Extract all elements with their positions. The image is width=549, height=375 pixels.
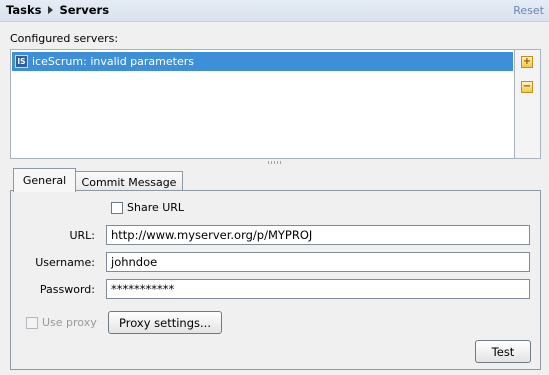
share-url-checkbox[interactable]	[111, 202, 123, 214]
username-field[interactable]: johndoe	[106, 252, 530, 272]
username-label: Username:	[35, 256, 95, 269]
plus-icon: +	[522, 56, 532, 67]
icescrum-server-icon: IS	[15, 55, 28, 68]
remove-server-button[interactable]: −	[521, 81, 533, 93]
settings-header: Tasks Servers Reset	[0, 0, 549, 22]
proxy-settings-label: Proxy settings...	[119, 315, 211, 330]
tab-general-label: General	[22, 174, 67, 187]
breadcrumb-arrow-icon	[48, 6, 54, 14]
minus-icon: −	[522, 81, 532, 92]
breadcrumb: Tasks Servers	[6, 3, 109, 17]
url-label: URL:	[69, 229, 95, 242]
configured-servers-label: Configured servers:	[10, 32, 119, 45]
server-list[interactable]: IS iceScrum: invalid parameters	[10, 49, 515, 159]
share-url-label: Share URL	[127, 201, 185, 214]
server-item-label: iceScrum: invalid parameters	[32, 55, 194, 68]
general-tab-panel: Share URL URL: http://www.myserver.org/p…	[10, 190, 541, 370]
add-server-button[interactable]: +	[521, 56, 533, 68]
server-list-item[interactable]: IS iceScrum: invalid parameters	[12, 52, 513, 71]
test-button[interactable]: Test	[475, 340, 531, 363]
breadcrumb-tasks[interactable]: Tasks	[6, 3, 41, 17]
splitter-handle[interactable]	[268, 161, 282, 164]
test-button-label: Test	[491, 344, 515, 359]
tab-commit-message-label: Commit Message	[81, 176, 177, 189]
tab-general[interactable]: General	[13, 168, 76, 192]
reset-link[interactable]: Reset	[513, 4, 544, 17]
use-proxy-checkbox[interactable]	[26, 317, 38, 329]
server-list-toolbar: + −	[515, 49, 541, 159]
use-proxy-label: Use proxy	[42, 316, 97, 329]
proxy-settings-button[interactable]: Proxy settings...	[108, 311, 222, 334]
url-field[interactable]: http://www.myserver.org/p/MYPROJ	[106, 225, 530, 245]
breadcrumb-servers: Servers	[59, 3, 110, 17]
password-field[interactable]: ***********	[106, 279, 530, 299]
password-label: Password:	[39, 283, 95, 296]
